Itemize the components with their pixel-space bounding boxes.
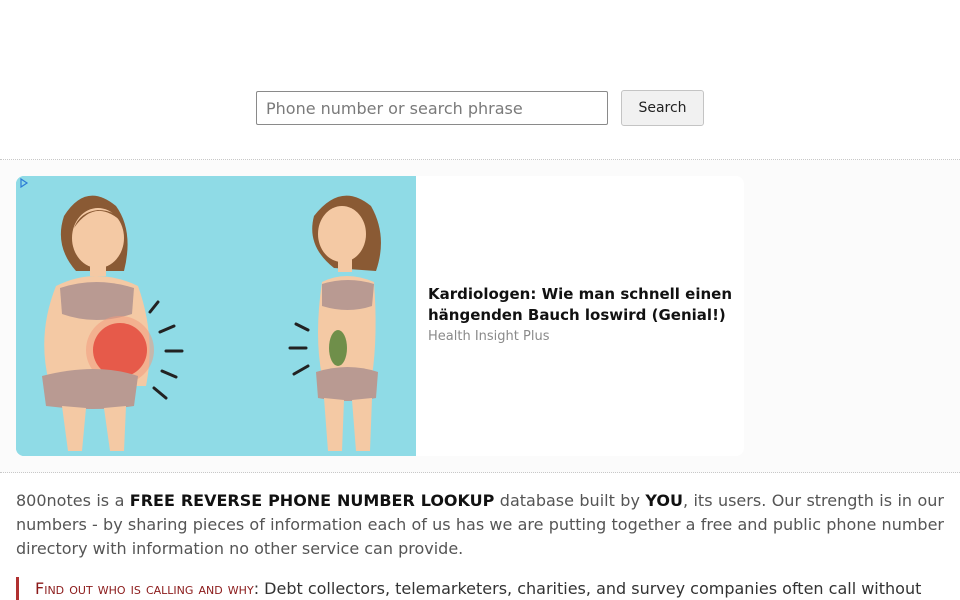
- ad-source: Health Insight Plus: [428, 329, 550, 344]
- intro-paragraph: 800notes is a FREE REVERSE PHONE NUMBER …: [16, 489, 944, 561]
- ad-section: Kardiologen: Wie man schnell einen hänge…: [0, 160, 960, 473]
- ad-text: Kardiologen: Wie man schnell einen hänge…: [428, 284, 738, 344]
- main-content: 800notes is a FREE REVERSE PHONE NUMBER …: [0, 473, 960, 600]
- intro-emphasis-lookup: FREE REVERSE PHONE NUMBER LOOKUP: [129, 491, 495, 510]
- search-input[interactable]: [256, 91, 608, 125]
- ad-card[interactable]: Kardiologen: Wie man schnell einen hänge…: [16, 176, 744, 456]
- callout-block: Find out who is calling and why: Debt co…: [16, 577, 944, 600]
- ad-image[interactable]: [16, 176, 416, 456]
- intro-emphasis-you: YOU: [645, 491, 683, 510]
- search-button[interactable]: Search: [621, 90, 704, 126]
- header: Search: [0, 0, 960, 160]
- callout-title: Find out who is calling and why: [35, 579, 254, 598]
- ad-headline[interactable]: Kardiologen: Wie man schnell einen hänge…: [428, 284, 738, 326]
- intro-text: database built by: [494, 491, 646, 510]
- adchoices-triangle-icon[interactable]: [19, 178, 29, 188]
- intro-text: 800notes is a: [16, 491, 130, 510]
- callout-text: Debt collectors, telemarketers, charitie…: [259, 579, 922, 598]
